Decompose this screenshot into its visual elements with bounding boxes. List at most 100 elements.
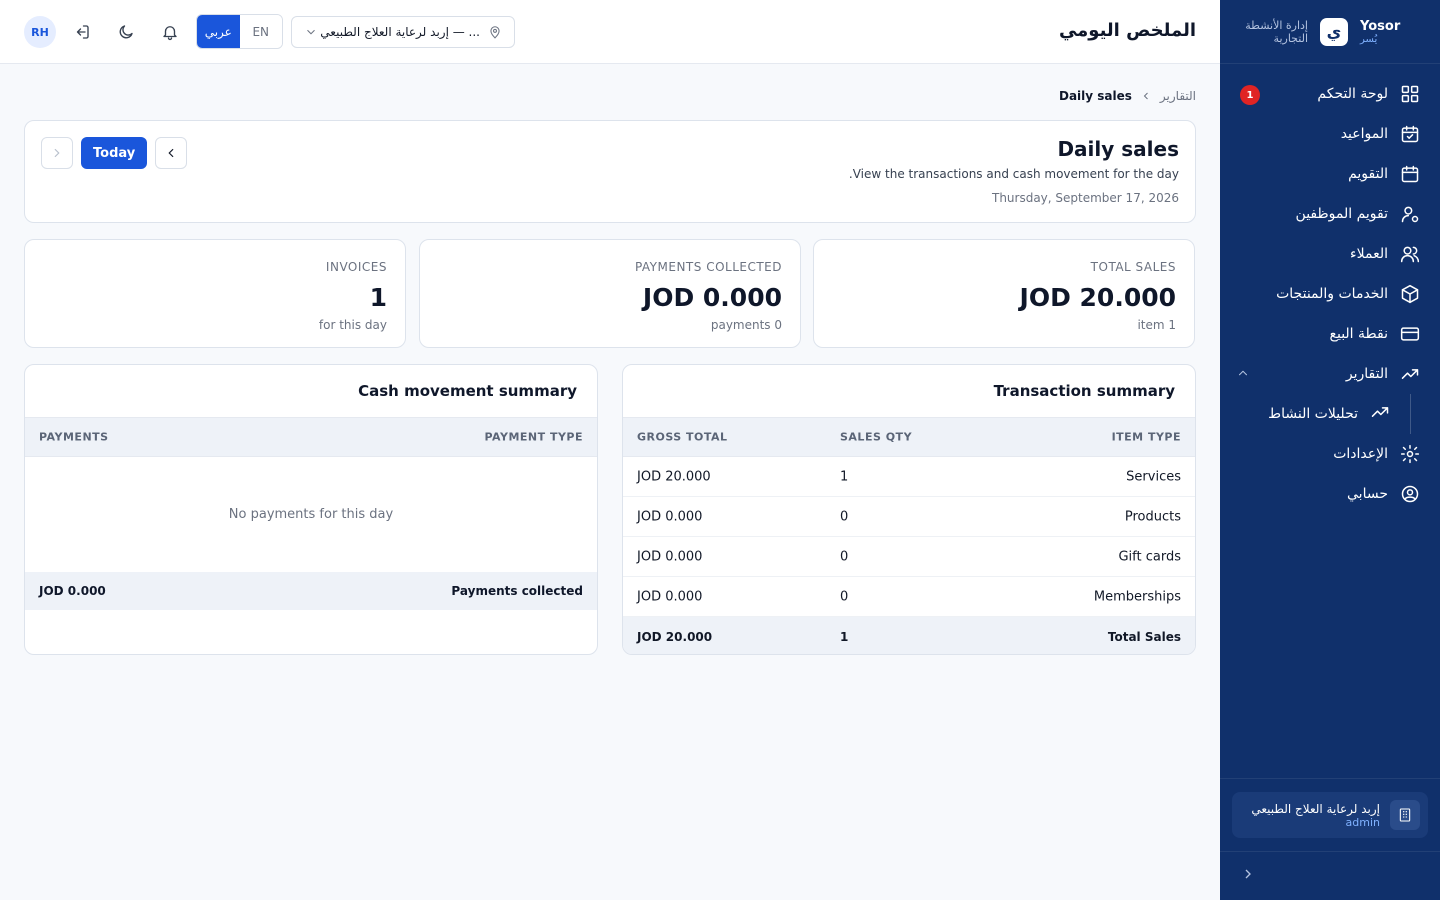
lang-english-button[interactable]: EN [239,15,282,48]
breadcrumb-current: Daily sales [1058,89,1132,103]
total-label: Payments collected [451,584,583,598]
sidebar-item-label: التقويم [1348,166,1388,182]
sidebar-subitem-activity-analytics[interactable]: تحليلات النشاط [1220,394,1440,434]
cell-gross: JOD 0.000 [637,509,703,524]
avatar[interactable]: RH [24,16,56,48]
cell-qty: 1 [840,469,849,484]
cell-gross: JOD 0.000 [637,589,703,604]
brand-name: Yosor [1360,18,1401,34]
users-icon [1400,244,1420,264]
total-label: Total Sales [1107,630,1181,644]
cell-item-type: Gift cards [1118,549,1181,564]
stat-payments-collected: PAYMENTS COLLECTED JOD 0.000 payments 0 [419,239,801,348]
chevron-down-icon [307,29,315,35]
bell-icon [163,26,177,41]
lang-arabic-button[interactable]: عربي [197,15,240,48]
cell-item-type: Products [1124,509,1181,524]
sidebar-item-label: العملاء [1350,246,1388,262]
sidebar: إدارة الأنشطة التجارية ي Yosor يُسر 1 لو… [1220,0,1440,900]
dark-mode-toggle[interactable] [114,20,138,44]
divider [1220,851,1440,852]
sidebar-item-services-products[interactable]: الخدمات والمنتجات [1220,274,1440,314]
card-title: Cash movement summary [25,365,597,418]
card-title: Transaction summary [623,365,1195,418]
sidebar-item-label: لوحة التحكم [1317,86,1388,102]
location-select[interactable]: إربد لرعاية العلاج الطبيعي — ... [291,16,515,48]
sidebar-item-label: نقطة البيع [1329,326,1388,342]
collapse-sidebar-button[interactable] [1240,866,1256,882]
chevron-up-icon[interactable] [1236,366,1250,380]
chevron-right-icon [54,148,60,158]
topbar: RH عربي EN إربد لرعاية العلاج الطبيعي — … [0,0,1220,64]
table-header: PAYMENTS PAYMENT TYPE [25,418,597,457]
sidebar-item-staff-calendar[interactable]: تقويم الموظفين [1220,194,1440,234]
calendar-check-icon [1400,124,1420,144]
cell-qty: 0 [840,589,849,604]
sidebar-item-label: المواعيد [1340,126,1388,142]
sidebar-item-my-account[interactable]: حسابي [1220,474,1440,514]
sidebar-item-calendar[interactable]: التقويم [1220,154,1440,194]
cell-item-type: Services [1126,469,1181,484]
selected-date: Thursday, September 17, 2026 [991,191,1179,205]
previous-day-button[interactable] [155,137,188,169]
stat-total-sales: TOTAL SALES JOD 20.000 item 1 [813,239,1195,348]
notifications-button[interactable] [158,20,182,44]
transaction-summary-card: Transaction summary GROSS TOTAL SALES QT… [622,364,1196,655]
column-header-gross-total: GROSS TOTAL [637,430,728,444]
account-switcher[interactable]: إربد لرعاية العلاج الطبيعي admin [1232,792,1428,838]
logout-button[interactable] [70,20,94,44]
sidebar-item-label: الإعدادات [1333,446,1388,462]
brand-name-ar: يُسر [1360,33,1378,45]
breadcrumb: Daily sales التقارير [1059,89,1196,103]
gear-icon [1400,444,1420,464]
stat-sub: for this day [318,318,387,332]
account-name: إربد لرعاية العلاج الطبيعي [1251,801,1380,816]
sidebar-item-dashboard[interactable]: 1 لوحة التحكم [1220,74,1440,114]
total-value: JOD 0.000 [39,584,106,598]
today-button[interactable]: Today [81,137,148,169]
submenu-line [1410,394,1411,434]
cell-item-type: Memberships [1093,589,1181,604]
cell-gross: JOD 0.000 [637,549,703,564]
stat-value: 1 [369,283,387,312]
page-title: الملخص اليومي [1058,20,1196,41]
building-icon [1390,800,1420,830]
sidebar-item-settings[interactable]: الإعدادات [1220,434,1440,474]
table-row: JOD 0.000 0 Memberships [623,577,1195,617]
stat-invoices: INVOICES 1 for this day [24,239,406,348]
cash-movement-card: Cash movement summary PAYMENTS PAYMENT T… [24,364,598,655]
table-row: JOD 20.000 1 Services [623,457,1195,497]
logout-icon [76,25,89,39]
cell-qty: 0 [840,549,849,564]
user-gear-icon [1400,204,1420,224]
section-heading: Daily sales [1057,137,1179,161]
stat-sub: payments 0 [710,318,782,332]
brand-tagline: إدارة الأنشطة التجارية [1245,18,1308,45]
sidebar-item-clients[interactable]: العملاء [1220,234,1440,274]
table-header: GROSS TOTAL SALES QTY ITEM TYPE [623,418,1195,457]
dashboard-icon [1400,84,1420,104]
total-qty: 1 [840,630,849,644]
stat-label: PAYMENTS COLLECTED [634,260,782,274]
next-day-button[interactable] [41,137,73,169]
sidebar-item-label: تقويم الموظفين [1295,206,1388,222]
divider [1220,778,1440,779]
table-row: JOD 0.000 0 Gift cards [623,537,1195,577]
column-header-payments: PAYMENTS [39,430,109,444]
map-pin-icon [490,26,500,39]
table-total-row: JOD 0.000 Payments collected [25,572,597,610]
sidebar-item-appointments[interactable]: المواعيد [1220,114,1440,154]
stat-sub: item 1 [1137,318,1176,332]
notification-badge: 1 [1240,85,1260,105]
chevron-left-icon [1143,92,1148,100]
breadcrumb-parent[interactable]: التقارير [1160,89,1196,103]
calendar-icon [1400,164,1420,184]
stat-label: TOTAL SALES [1090,260,1176,274]
chevron-left-icon [168,148,174,158]
sidebar-item-reports[interactable]: التقارير [1220,354,1440,394]
chevron-right-icon [1245,869,1251,879]
daily-sales-header-card: Today Daily sales .View the transactions… [24,120,1196,223]
sidebar-item-pos[interactable]: نقطة البيع [1220,314,1440,354]
brand: إدارة الأنشطة التجارية ي Yosor يُسر [1220,0,1440,64]
user-circle-icon [1400,484,1420,504]
